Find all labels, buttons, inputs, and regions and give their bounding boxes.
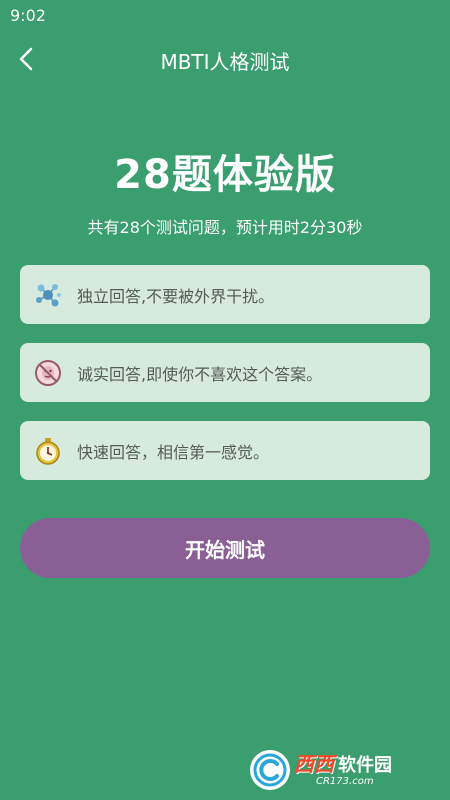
watermark-logo: 西西 软件园 CR173.com: [250, 749, 430, 791]
tip-card-independent: 独立回答,不要被外界干扰。: [20, 265, 430, 324]
start-test-button[interactable]: 开始测试: [20, 518, 430, 578]
watermark-url: CR173.com: [316, 775, 374, 787]
stopwatch-icon: [33, 436, 63, 466]
status-bar: 9:02: [0, 0, 450, 32]
tip-card-honest: 诚实回答,即使你不喜欢这个答案。: [20, 343, 430, 402]
watermark-brand: 西西: [294, 751, 334, 776]
molecule-icon: [33, 280, 63, 310]
nav-bar: MBTI人格测试: [0, 36, 450, 86]
watermark-suffix: 软件园: [338, 754, 392, 776]
page-title: MBTI人格测试: [160, 50, 290, 74]
watermark-text: 西西 软件园 CR173.com: [294, 754, 392, 787]
hero-subtitle: 共有28个测试问题，预计用时2分30秒: [87, 218, 363, 237]
tip-text: 诚实回答,即使你不喜欢这个答案。: [77, 364, 323, 384]
no-mask-icon: [33, 358, 63, 388]
tip-text: 快速回答，相信第一感觉。: [77, 442, 270, 462]
hero-title: 28题体验版: [114, 152, 336, 198]
tip-text: 独立回答,不要被外界干扰。: [77, 286, 275, 306]
status-time: 9:02: [10, 6, 46, 25]
tip-card-quick: 快速回答，相信第一感觉。: [20, 421, 430, 480]
logo-badge-icon: [250, 750, 290, 790]
